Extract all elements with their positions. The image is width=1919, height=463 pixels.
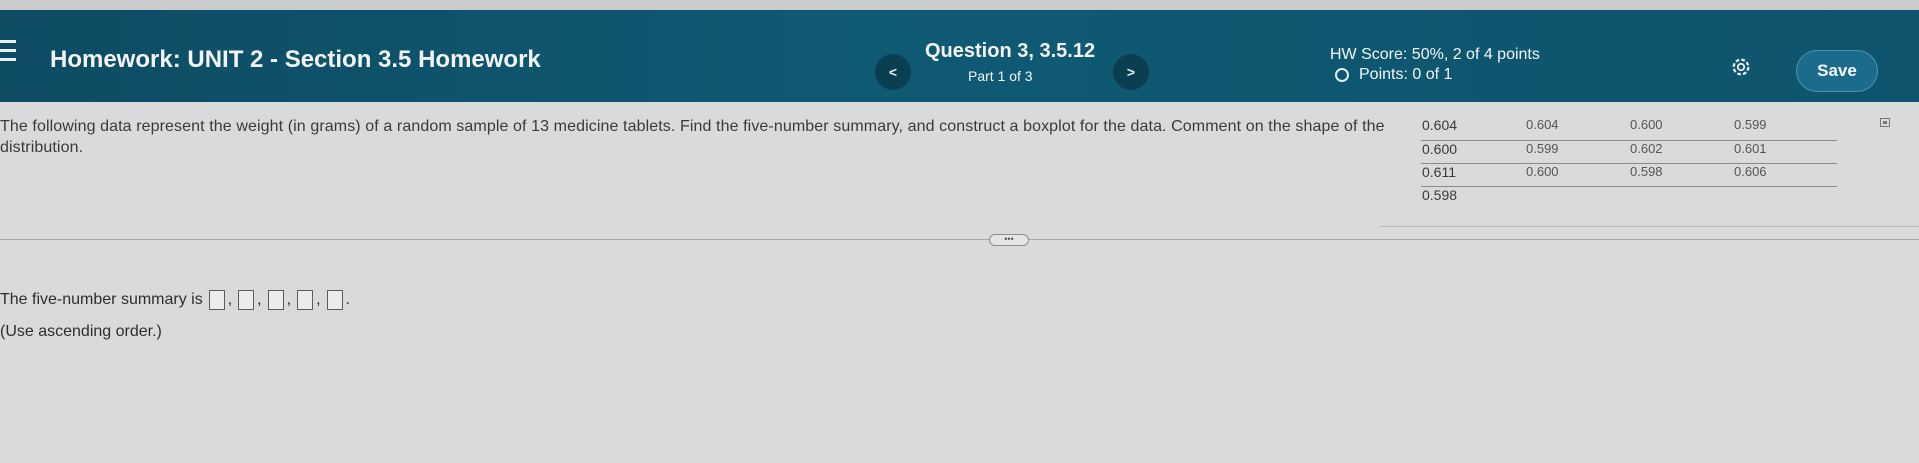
table-cell: 0.600: [1525, 163, 1629, 187]
table-cell: 0.600: [1629, 117, 1733, 141]
hw-score: HW Score: 50%, 2 of 4 points: [1330, 46, 1540, 63]
table-cell: 0.606: [1733, 163, 1837, 187]
chevron-left-icon: <: [888, 64, 898, 80]
points-circle-icon: [1335, 68, 1349, 82]
question-part: Part 1 of 3: [968, 68, 1033, 84]
table-row: 0.598: [1421, 186, 1837, 209]
table-row: 0.611 0.600 0.598 0.606: [1421, 163, 1837, 187]
table-row: 0.600 0.599 0.602 0.601: [1421, 140, 1837, 164]
chevron-right-icon: >: [1126, 64, 1136, 80]
homework-title: Homework: UNIT 2 - Section 3.5 Homework: [50, 46, 541, 73]
answer-input-q3[interactable]: [297, 290, 314, 310]
question-text: The following data represent the weight …: [0, 118, 1385, 156]
separator: ,: [227, 291, 233, 308]
header-bar: Homework: UNIT 2 - Section 3.5 Homework …: [0, 10, 1919, 102]
data-table: 0.604 0.604 0.600 0.599 0.600 0.599 0.60…: [1421, 117, 1837, 209]
gear-icon[interactable]: [1730, 56, 1752, 78]
separator: ,: [316, 291, 321, 308]
table-cell: 0.598: [1629, 163, 1733, 187]
points-text: Points: 0 of 1: [1359, 66, 1453, 83]
next-question-button[interactable]: >: [1113, 54, 1149, 90]
points-status: Points: 0 of 1: [1335, 66, 1452, 84]
end-period: .: [345, 291, 350, 308]
question-title: Question 3, 3.5.12: [925, 40, 1096, 62]
answer-row: The five-number summary is , , , , .: [0, 290, 350, 310]
table-cell: 0.599: [1733, 117, 1837, 141]
table-cell: 0.611: [1421, 163, 1525, 187]
more-button[interactable]: •••: [989, 234, 1029, 246]
table-row: 0.604 0.604 0.600 0.599: [1421, 117, 1837, 141]
answer-hint: (Use ascending order.): [0, 323, 162, 340]
separator: ,: [257, 291, 262, 308]
section-divider: [0, 239, 1919, 240]
menu-icon[interactable]: [0, 40, 20, 62]
answer-input-minimum[interactable]: [208, 290, 225, 310]
table-cell: 0.602: [1629, 140, 1733, 164]
answer-prompt: The five-number summary is: [0, 291, 203, 308]
previous-question-button[interactable]: <: [875, 54, 911, 90]
expand-icon[interactable]: [1880, 118, 1890, 127]
answer-input-maximum[interactable]: [326, 290, 343, 310]
save-button[interactable]: Save: [1796, 50, 1878, 92]
table-cell: 0.604: [1421, 117, 1525, 141]
table-cell: 0.601: [1733, 140, 1837, 164]
table-cell: 0.604: [1525, 117, 1629, 141]
answer-input-q1[interactable]: [238, 290, 255, 310]
divider: [1380, 226, 1919, 227]
table-cell: 0.599: [1525, 140, 1629, 164]
answer-input-median[interactable]: [267, 290, 284, 310]
table-cell: 0.598: [1422, 186, 1458, 203]
separator: ,: [286, 291, 292, 308]
table-cell: 0.600: [1421, 140, 1525, 164]
